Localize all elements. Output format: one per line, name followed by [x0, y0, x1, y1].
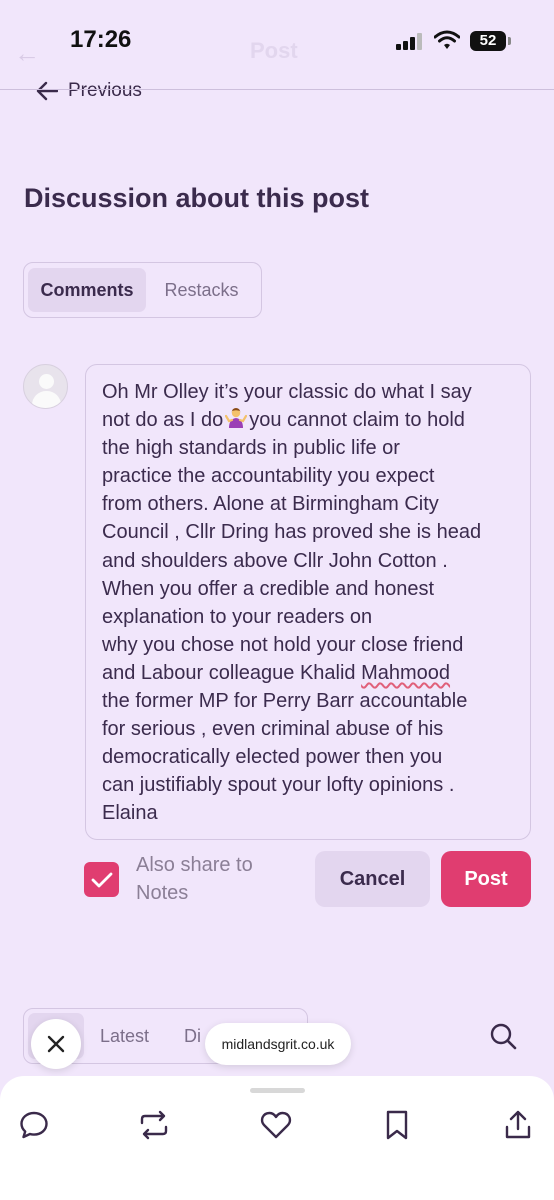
sort-tab-discussions[interactable]: Di [184, 1026, 201, 1047]
comment-button[interactable] [17, 1108, 51, 1142]
comment-line: can justifiably spout your lofty opinion… [102, 774, 455, 797]
discussion-tabs: Comments Restacks [23, 262, 262, 318]
like-button[interactable] [259, 1108, 293, 1142]
comment-line: Elaina [102, 802, 158, 825]
header-divider [0, 89, 554, 90]
previous-link[interactable]: Previous [36, 80, 142, 102]
share-button[interactable] [501, 1108, 535, 1142]
comment-line: democratically elected power then you [102, 746, 443, 769]
comment-line: and shoulders above Cllr John Cotton . [102, 549, 448, 572]
sort-tab-latest[interactable]: Latest [100, 1026, 149, 1047]
ghost-header-title: Post [250, 38, 298, 63]
url-pill[interactable]: midlandsgrit.co.uk [205, 1023, 351, 1065]
comment-line-with-emoji: not do as I do you cannot claim to hold [102, 406, 514, 434]
restack-button[interactable] [137, 1108, 171, 1142]
cancel-button[interactable]: Cancel [315, 851, 430, 907]
status-time: 17:26 [70, 26, 132, 53]
comment-line-prefix: not do as I do [102, 409, 224, 432]
comment-line: When you offer a credible and honest [102, 577, 435, 600]
ghost-back-icon: ← [14, 38, 40, 68]
status-bar: Previous ← Post 17:26 52 [0, 0, 554, 101]
heart-icon [260, 1111, 292, 1139]
post-button[interactable]: Post [441, 851, 531, 907]
checkmark-icon [91, 872, 112, 887]
battery-icon: 52 [470, 31, 506, 51]
wifi-icon [434, 30, 460, 49]
comment-line: why you chose not hold your close friend [102, 633, 464, 656]
arrow-left-icon [36, 81, 58, 101]
comment-line-prefix: and Labour colleague Khalid [102, 661, 362, 684]
bookmark-button[interactable] [380, 1108, 414, 1142]
sheet-grabber[interactable] [250, 1088, 305, 1093]
share-to-notes-label: Also share to Notes [136, 854, 253, 904]
previous-label: Previous [68, 80, 142, 101]
comment-line: for serious , even criminal abuse of his [102, 718, 444, 741]
discussion-title: Discussion about this post [24, 183, 370, 213]
comment-line: the former MP for Perry Barr accountable [102, 690, 468, 713]
cellular-signal-icon [396, 32, 426, 50]
tab-comments[interactable]: Comments [28, 268, 146, 312]
comment-line: Council , Cllr Dring has proved she is h… [102, 521, 482, 544]
share-to-notes-checkbox[interactable] [84, 862, 119, 897]
shrugging-woman-emoji-icon [225, 408, 248, 429]
comment-line: explanation to your readers on [102, 605, 373, 628]
comment-line: and Labour colleague Khalid Mahmood [102, 659, 514, 687]
tab-restacks[interactable]: Restacks [146, 268, 257, 312]
battery-cap [508, 37, 511, 45]
bookmark-icon [386, 1110, 408, 1140]
comment-line: from others. Alone at Birmingham City [102, 493, 439, 516]
comment-line-suffix: you cannot claim to hold [249, 409, 465, 432]
comment-line: Oh Mr Olley it’s your classic do what I … [102, 381, 472, 403]
restack-icon [140, 1110, 168, 1140]
comment-line: the high standards in public life or [102, 437, 400, 460]
close-icon [47, 1035, 65, 1053]
comment-icon [20, 1111, 48, 1139]
search-icon[interactable] [489, 1022, 517, 1050]
avatar [23, 364, 68, 409]
comment-textarea[interactable]: Oh Mr Olley it’s your classic do what I … [85, 364, 531, 840]
close-browser-button[interactable] [31, 1019, 81, 1069]
misspelled-word[interactable]: Mahmood [361, 662, 450, 684]
comment-line: practice the accountability you expect [102, 465, 435, 488]
share-icon [505, 1110, 531, 1139]
